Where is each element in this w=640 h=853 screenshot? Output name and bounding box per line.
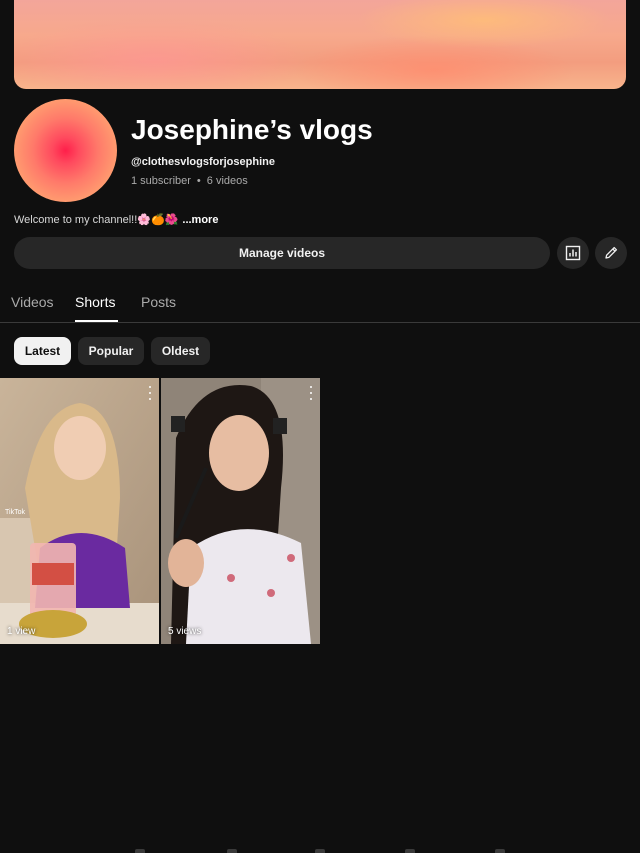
- meta-separator: •: [196, 175, 201, 187]
- short-view-count: 5 views: [168, 626, 202, 637]
- more-link[interactable]: ...more: [182, 214, 218, 226]
- tab-shorts[interactable]: Shorts: [75, 294, 115, 310]
- channel-banner: [14, 0, 626, 89]
- tab-posts[interactable]: Posts: [141, 294, 176, 310]
- short-thumbnail[interactable]: TikTok 1 view: [0, 378, 159, 644]
- filter-popular[interactable]: Popular: [78, 337, 144, 365]
- channel-handle: @clothesvlogsforjosephine: [131, 156, 275, 168]
- short-view-count: 1 view: [7, 626, 36, 637]
- short-thumbnail-image: [161, 378, 320, 644]
- short-thumbnail[interactable]: 5 views: [161, 378, 320, 644]
- analytics-icon: [565, 245, 581, 261]
- pencil-icon: [605, 246, 618, 259]
- filter-oldest[interactable]: Oldest: [151, 337, 210, 365]
- video-count: 6 videos: [206, 175, 248, 187]
- channel-avatar[interactable]: [14, 99, 117, 202]
- short-thumbnail-image: TikTok: [0, 378, 159, 644]
- channel-meta: 1 subscriber • 6 videos: [131, 175, 248, 187]
- short-menu-icon[interactable]: [308, 386, 314, 400]
- nav-you-icon[interactable]: [495, 849, 505, 853]
- subscriber-count: 1 subscriber: [131, 175, 191, 187]
- description-text: Welcome to my channel!!🌸🍊🌺: [14, 214, 179, 226]
- filter-latest[interactable]: Latest: [14, 337, 71, 365]
- tiktok-watermark: TikTok: [5, 509, 25, 516]
- manage-videos-button[interactable]: Manage videos: [14, 237, 550, 269]
- short-menu-icon[interactable]: [147, 386, 153, 400]
- channel-tabs: Videos Shorts Posts: [0, 283, 640, 323]
- analytics-button[interactable]: [557, 237, 589, 269]
- nav-home-icon[interactable]: [135, 849, 145, 853]
- channel-title: Josephine’s vlogs: [131, 114, 373, 145]
- nav-shorts-icon[interactable]: [227, 849, 237, 853]
- tab-videos[interactable]: Videos: [11, 294, 54, 310]
- active-tab-indicator: [75, 320, 118, 322]
- channel-description[interactable]: Welcome to my channel!!🌸🍊🌺 ...more: [14, 213, 218, 226]
- edit-button[interactable]: [595, 237, 627, 269]
- bottom-navigation: [0, 845, 640, 853]
- nav-create-icon[interactable]: [315, 849, 325, 853]
- nav-subscriptions-icon[interactable]: [405, 849, 415, 853]
